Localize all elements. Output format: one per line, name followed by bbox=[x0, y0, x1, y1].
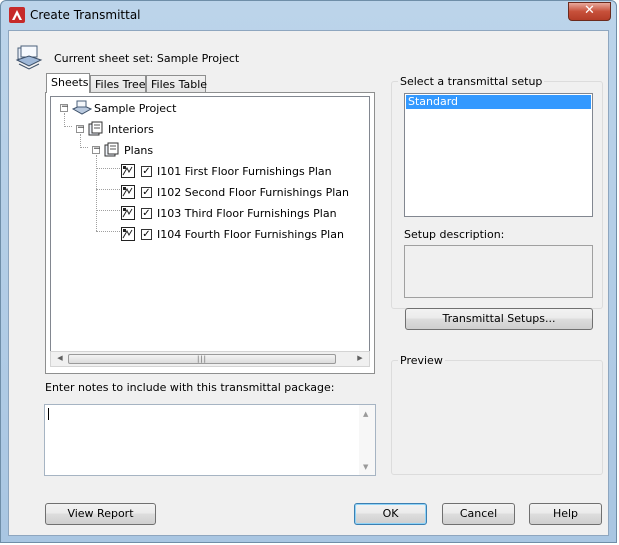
scroll-right-icon[interactable]: ▶ bbox=[353, 354, 367, 365]
transmittal-setups-button[interactable]: Transmittal Setups... bbox=[405, 308, 593, 330]
autocad-logo-icon bbox=[9, 7, 25, 23]
tree-line bbox=[64, 126, 72, 127]
tree-line bbox=[96, 189, 120, 190]
tree-line bbox=[96, 168, 120, 169]
sheet-icon bbox=[121, 206, 135, 220]
window-title: Create Transmittal bbox=[30, 8, 141, 22]
notes-vertical-scrollbar[interactable]: ▲ ▼ bbox=[359, 405, 375, 475]
create-transmittal-window: Create Transmittal ✕ Current sheet set: … bbox=[0, 0, 617, 543]
tree-subset-label: Interiors bbox=[108, 123, 154, 136]
collapse-icon[interactable]: − bbox=[92, 145, 101, 154]
sheet-checkbox[interactable]: ✓ bbox=[141, 208, 152, 219]
tab-files-tree[interactable]: Files Tree bbox=[90, 75, 146, 93]
view-report-button[interactable]: View Report bbox=[45, 503, 156, 525]
scroll-left-icon[interactable]: ◀ bbox=[53, 354, 67, 365]
scroll-down-icon[interactable]: ▼ bbox=[363, 463, 368, 471]
tree-line bbox=[96, 231, 120, 232]
transmittal-setup-list[interactable]: Standard bbox=[404, 93, 593, 217]
sheet-tree[interactable]: − Sample Project − Interiors − Plans ✓ I… bbox=[50, 96, 370, 353]
preview-label: Preview bbox=[398, 354, 445, 367]
sheets-tab-panel: − Sample Project − Interiors − Plans ✓ I… bbox=[45, 92, 375, 374]
title-bar[interactable]: Create Transmittal ✕ bbox=[1, 1, 618, 29]
ok-button[interactable]: OK bbox=[354, 503, 427, 525]
tab-sheets[interactable]: Sheets bbox=[46, 73, 90, 93]
tab-files-table[interactable]: Files Table bbox=[146, 75, 208, 93]
dialog-client-area: Current sheet set: Sample Project Sheets… bbox=[8, 30, 609, 536]
sheet-icon bbox=[121, 227, 135, 241]
tree-line bbox=[80, 134, 81, 148]
tree-line bbox=[80, 147, 88, 148]
sheet-label: I104 Fourth Floor Furnishings Plan bbox=[157, 228, 344, 241]
tree-line bbox=[64, 113, 65, 127]
setup-option-selected[interactable]: Standard bbox=[406, 95, 591, 109]
collapse-icon[interactable]: − bbox=[60, 103, 69, 112]
scroll-up-icon[interactable]: ▲ bbox=[363, 410, 368, 418]
subset-icon bbox=[104, 142, 119, 157]
setup-description-label: Setup description: bbox=[404, 228, 505, 241]
scrollbar-thumb[interactable]: ||| bbox=[68, 354, 336, 364]
notes-label: Enter notes to include with this transmi… bbox=[45, 381, 335, 394]
sheet-label: I103 Third Floor Furnishings Plan bbox=[157, 207, 337, 220]
close-button[interactable]: ✕ bbox=[568, 2, 611, 21]
tree-horizontal-scrollbar[interactable]: ◀ ||| ▶ bbox=[50, 351, 370, 367]
tree-root-label: Sample Project bbox=[94, 102, 177, 115]
tree-line bbox=[96, 155, 97, 231]
tab-files-table-label: Files Table bbox=[151, 78, 208, 91]
sheet-checkbox[interactable]: ✓ bbox=[141, 229, 152, 240]
sheet-icon bbox=[121, 164, 135, 178]
sheet-checkbox[interactable]: ✓ bbox=[141, 187, 152, 198]
sheet-label: I101 First Floor Furnishings Plan bbox=[157, 165, 332, 178]
current-sheet-set-label: Current sheet set: Sample Project bbox=[54, 52, 240, 65]
sheet-set-small-icon bbox=[72, 100, 92, 115]
sheet-set-icon bbox=[15, 45, 43, 70]
sheet-checkbox[interactable]: ✓ bbox=[141, 166, 152, 177]
tree-line bbox=[96, 210, 120, 211]
subset-icon bbox=[88, 121, 103, 136]
cancel-button[interactable]: Cancel bbox=[442, 503, 515, 525]
setup-description-box bbox=[404, 245, 593, 298]
help-button[interactable]: Help bbox=[529, 503, 602, 525]
collapse-icon[interactable]: − bbox=[76, 124, 85, 133]
preview-group bbox=[391, 360, 603, 475]
notes-textarea[interactable]: ▲ ▼ bbox=[44, 404, 376, 476]
close-icon: ✕ bbox=[584, 3, 595, 18]
setup-group-label: Select a transmittal setup bbox=[398, 75, 545, 88]
text-caret bbox=[48, 408, 49, 420]
tab-files-tree-label: Files Tree bbox=[95, 78, 146, 91]
tab-sheets-label: Sheets bbox=[51, 76, 89, 89]
tree-subsubset-label: Plans bbox=[124, 144, 154, 157]
sheet-label: I102 Second Floor Furnishings Plan bbox=[157, 186, 349, 199]
sheet-icon bbox=[121, 185, 135, 199]
